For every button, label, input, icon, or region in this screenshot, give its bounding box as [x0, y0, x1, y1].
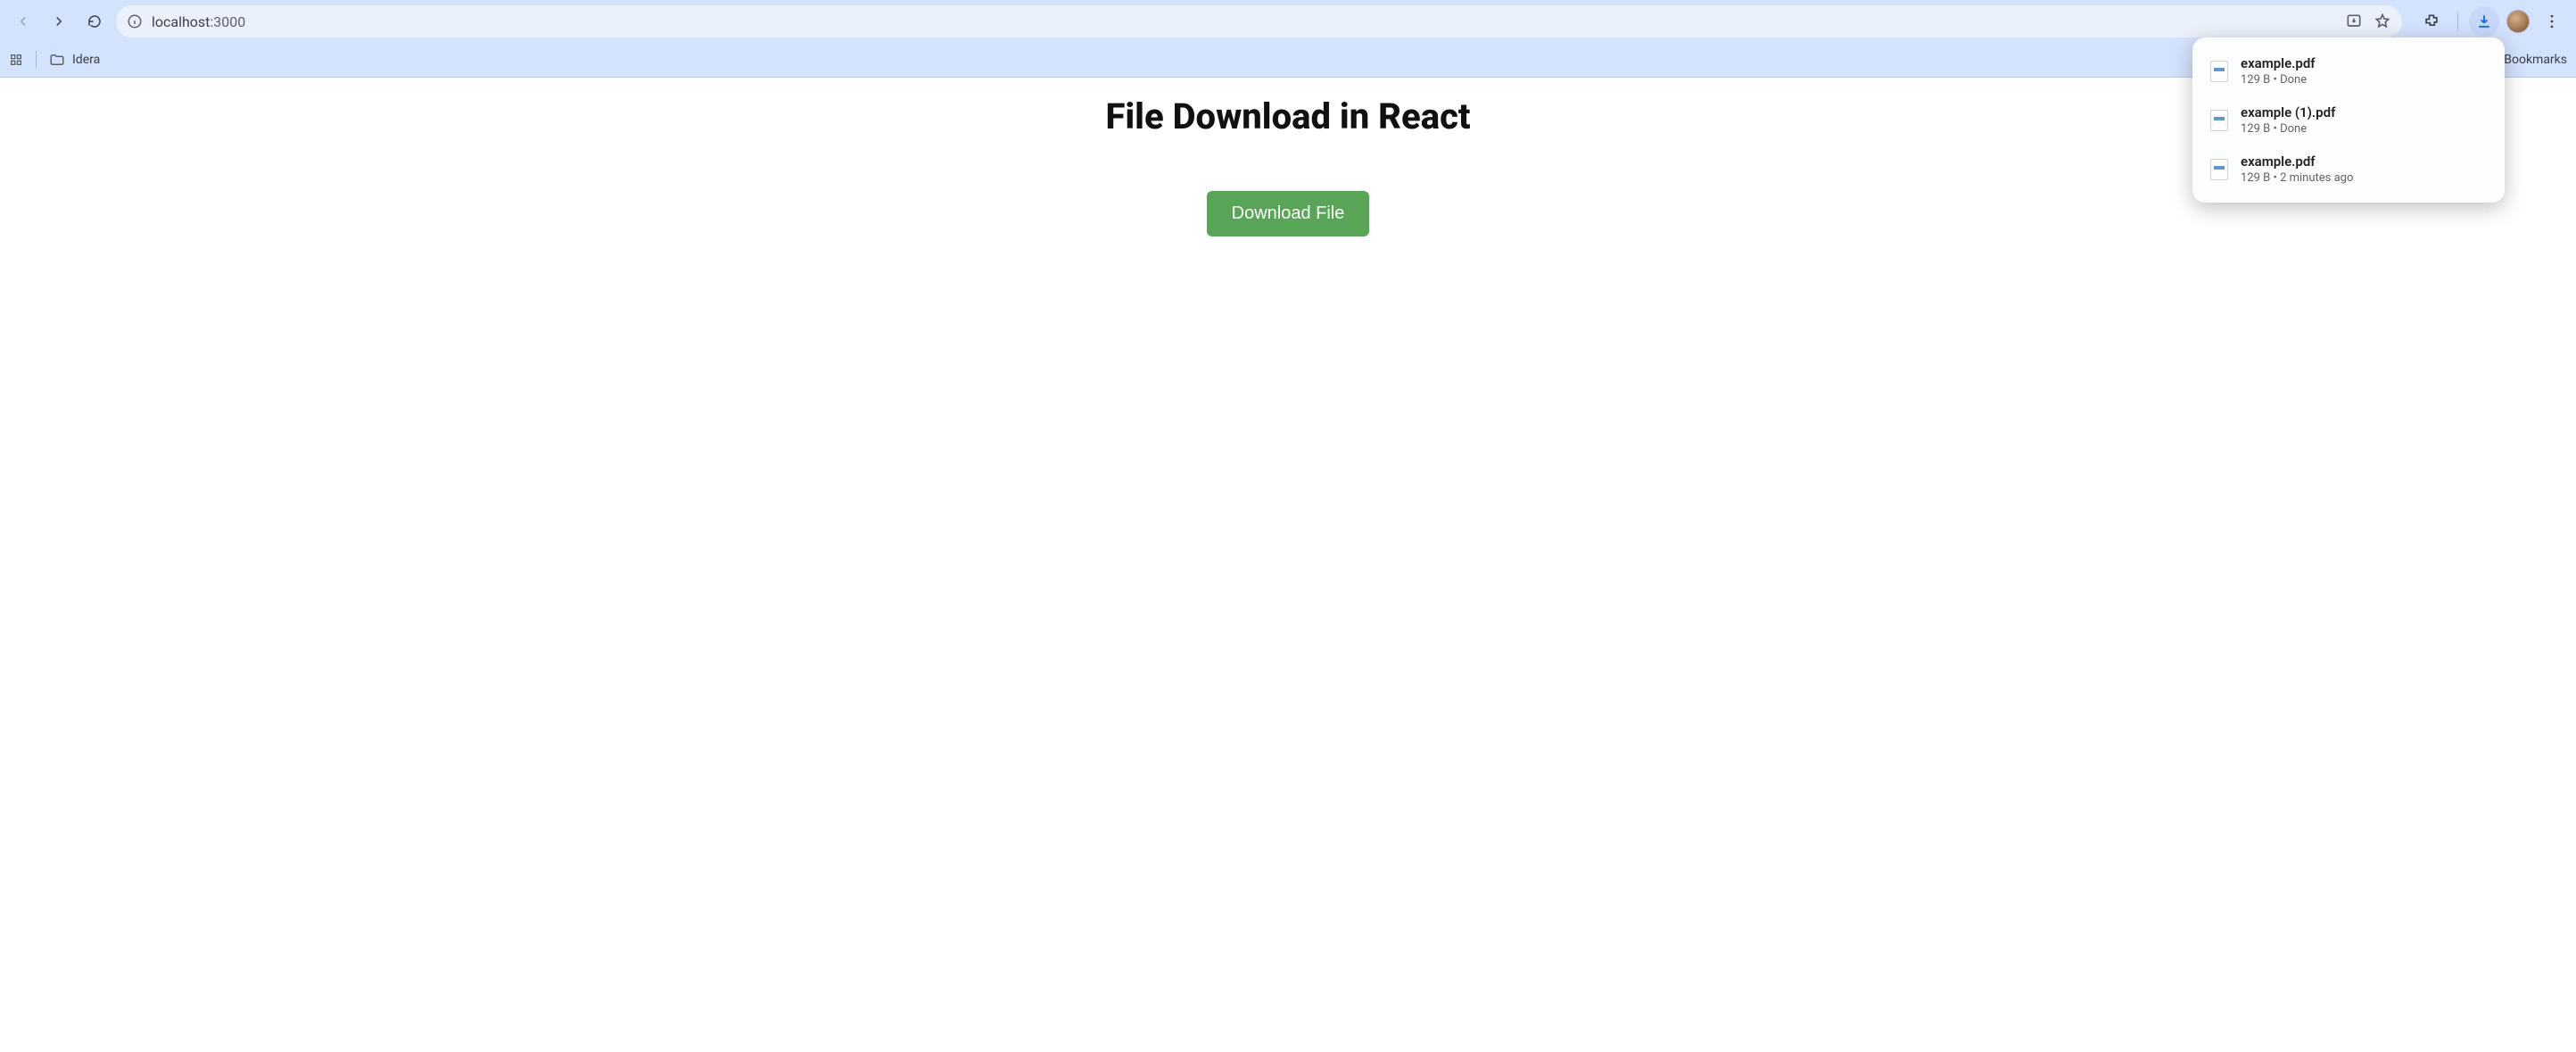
- download-meta: 129 B • Done: [2241, 122, 2335, 136]
- page-content: File Download in React Download File: [0, 78, 2576, 1052]
- file-thumb-icon: [2210, 110, 2228, 131]
- bookmarks-menu[interactable]: Bookmarks: [2504, 53, 2567, 67]
- separator: [2457, 12, 2458, 31]
- browser-chrome: localhost:3000: [0, 0, 2576, 78]
- bookmark-folder-label: Idera: [72, 53, 100, 67]
- bookmark-folder-idera[interactable]: Idera: [49, 52, 100, 68]
- download-meta: 129 B • Done: [2241, 73, 2316, 87]
- address-bar[interactable]: localhost:3000: [116, 5, 2402, 37]
- bookmarks-label: Bookmarks: [2504, 53, 2567, 67]
- url-host: localhost: [152, 13, 210, 30]
- download-filename: example (1).pdf: [2241, 104, 2335, 120]
- download-item[interactable]: example.pdf 129 B • 2 minutes ago: [2192, 145, 2505, 194]
- bookmark-star-icon[interactable]: [2374, 12, 2391, 30]
- back-button[interactable]: [9, 7, 37, 36]
- toolbar-right: [2409, 6, 2567, 37]
- separator: [36, 51, 37, 69]
- download-filename: example.pdf: [2241, 55, 2316, 71]
- url-port: :3000: [210, 13, 245, 30]
- kebab-menu-icon[interactable]: [2537, 6, 2567, 37]
- file-thumb-icon: [2210, 61, 2228, 82]
- download-item[interactable]: example (1).pdf 129 B • Done: [2192, 95, 2505, 145]
- downloads-popup: example.pdf 129 B • Done example (1).pdf…: [2192, 37, 2505, 203]
- install-app-icon[interactable]: [2345, 12, 2363, 30]
- download-file-button[interactable]: Download File: [1207, 191, 1370, 236]
- apps-grid-icon[interactable]: [9, 53, 23, 67]
- downloads-icon[interactable]: [2469, 6, 2499, 37]
- page-heading: File Download in React: [0, 95, 2576, 137]
- download-item[interactable]: example.pdf 129 B • Done: [2192, 46, 2505, 95]
- avatar[interactable]: [2506, 10, 2530, 33]
- folder-icon: [49, 52, 65, 68]
- site-info-icon[interactable]: [127, 13, 143, 29]
- forward-button[interactable]: [45, 7, 73, 36]
- download-meta: 129 B • 2 minutes ago: [2241, 171, 2353, 185]
- reload-button[interactable]: [80, 7, 109, 36]
- extensions-icon[interactable]: [2416, 6, 2447, 37]
- url-text: localhost:3000: [152, 13, 2336, 30]
- bookmarks-bar: Idera Bookmarks: [0, 43, 2576, 77]
- download-filename: example.pdf: [2241, 153, 2353, 170]
- file-thumb-icon: [2210, 159, 2228, 180]
- browser-toolbar: localhost:3000: [0, 0, 2576, 43]
